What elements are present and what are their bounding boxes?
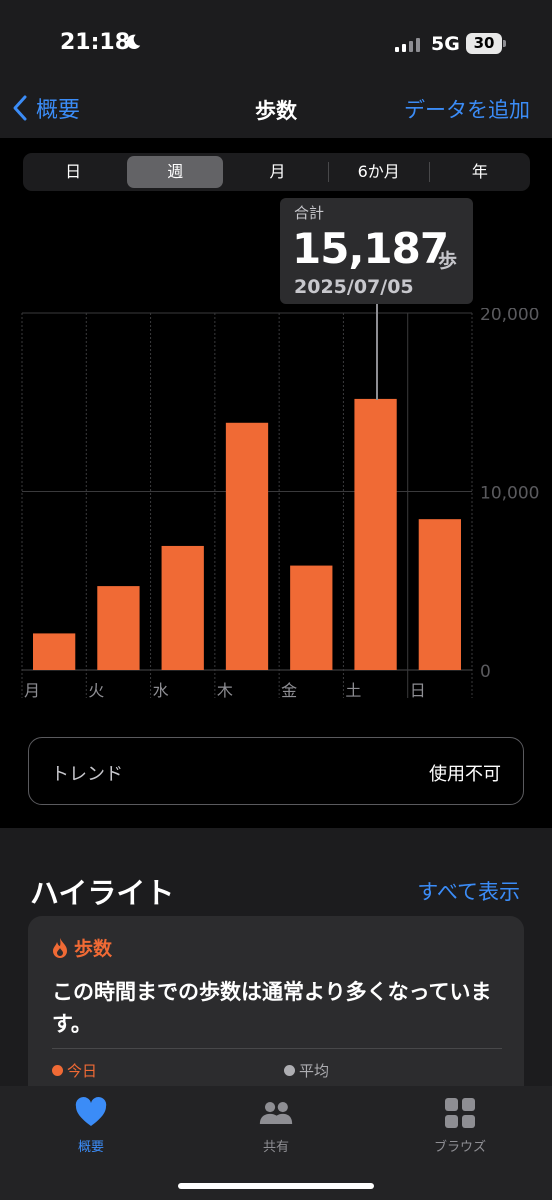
highlight-message: この時間までの歩数は通常より多くなっています。	[52, 980, 492, 1036]
tooltip-unit: 歩	[438, 250, 458, 272]
x-tick-label: 水	[153, 681, 169, 700]
segment-day[interactable]: 日	[23, 156, 123, 188]
trend-row[interactable]: トレンド 使用不可	[28, 737, 524, 805]
battery-icon: 30	[466, 33, 502, 54]
highlight-category-label: 歩数	[74, 938, 113, 960]
add-data-button[interactable]: データを追加	[404, 94, 530, 124]
tab-browse[interactable]: ブラウズ	[400, 1096, 520, 1155]
x-tick-label: 月	[24, 681, 40, 700]
people-icon	[259, 1101, 293, 1125]
show-all-link[interactable]: すべて表示	[417, 876, 520, 906]
bar-5	[354, 398, 397, 670]
x-tick-label: 金	[281, 681, 297, 700]
selection-tooltip: 合計 15,187 歩 2025/07/05	[280, 198, 473, 304]
bar-1	[97, 586, 140, 670]
x-tick-label: 土	[345, 681, 361, 700]
highlights-heading: ハイライト	[30, 876, 175, 910]
back-button[interactable]: 概要	[12, 92, 80, 124]
segment-week[interactable]: 週	[127, 156, 224, 188]
heart-icon	[75, 1097, 107, 1126]
tooltip-value: 15,187	[292, 224, 449, 273]
trend-value: 使用不可	[429, 764, 501, 785]
bar-2	[161, 545, 204, 670]
chevron-left-icon	[13, 95, 27, 121]
legend-today: 今日	[52, 1060, 97, 1081]
highlight-category: 歩数	[50, 934, 112, 961]
main-content: 日 週 月 6か月 年 合計 15,187 歩 2025/07/05 0 10,0…	[0, 138, 552, 828]
x-tick-label: 日	[410, 681, 426, 700]
tooltip-connector	[376, 304, 378, 400]
y-tick-label: 20,000	[480, 308, 539, 325]
highlights-section: ハイライト すべて表示 歩数 この時間までの歩数は通常より多くなっています。 今…	[0, 828, 552, 1116]
home-indicator	[178, 1183, 374, 1189]
segment-year[interactable]: 年	[430, 156, 530, 188]
tab-sharing-label: 共有	[262, 1140, 289, 1155]
average-dot	[284, 1065, 295, 1076]
tooltip-date: 2025/07/05	[294, 276, 414, 298]
bar-0	[33, 633, 76, 670]
segment-month[interactable]: 月	[227, 156, 327, 188]
tab-browse-label: ブラウズ	[433, 1140, 486, 1155]
trend-label: トレンド	[51, 764, 123, 785]
tab-summary[interactable]: 概要	[31, 1096, 151, 1155]
status-time: 21:18	[60, 30, 131, 55]
battery-tip	[503, 40, 506, 47]
back-label: 概要	[36, 98, 81, 123]
tab-sharing[interactable]: 共有	[216, 1096, 336, 1155]
bar-3	[225, 422, 269, 670]
tab-summary-label: 概要	[77, 1140, 104, 1155]
legend-average: 平均	[284, 1060, 329, 1081]
status-bar: 21:18 5G 30	[0, 0, 552, 80]
card-divider	[52, 1048, 502, 1049]
grid-icon	[445, 1098, 475, 1128]
tooltip-label: 合計	[294, 204, 325, 222]
steps-bar-chart[interactable]: 0 10,000 20,000 月 火 水 木 金 土 日	[0, 308, 552, 708]
period-segmented-control: 日 週 月 6か月 年	[23, 153, 530, 191]
flame-icon	[53, 937, 67, 958]
network-label: 5G	[431, 33, 460, 55]
today-dot	[52, 1065, 63, 1076]
bar-4	[290, 565, 333, 670]
moon-icon	[126, 34, 141, 50]
x-tick-label: 火	[88, 681, 104, 700]
bar-6	[418, 519, 461, 670]
legend-average-label: 平均	[299, 1062, 330, 1080]
x-tick-label: 木	[217, 681, 233, 700]
segment-six-months[interactable]: 6か月	[329, 156, 429, 188]
y-tick-label: 0	[480, 662, 491, 682]
signal-icon	[395, 36, 420, 52]
nav-bar: 概要 歩数 データを追加	[0, 80, 552, 138]
y-tick-label: 10,000	[480, 484, 539, 504]
legend-today-label: 今日	[67, 1062, 98, 1080]
